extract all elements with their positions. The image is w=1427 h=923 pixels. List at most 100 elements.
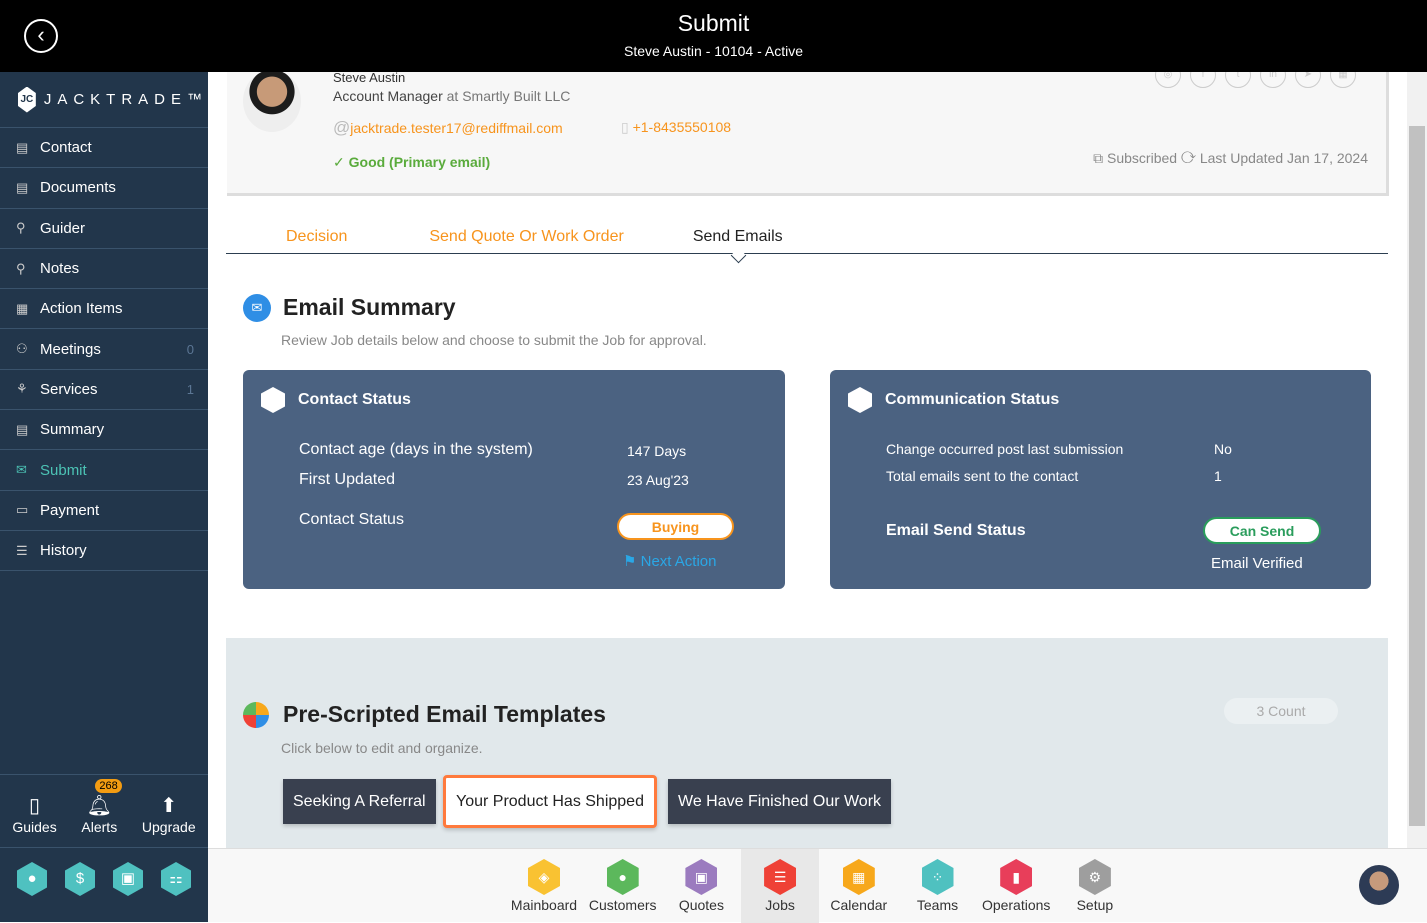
- jobs-icon: ☰: [764, 859, 797, 895]
- communication-status-card: Communication Status Change occurred pos…: [830, 370, 1371, 589]
- app-label: Jobs: [765, 897, 795, 913]
- template-seeking-referral[interactable]: Seeking A Referral: [283, 779, 436, 824]
- sidebar-item-notes[interactable]: ⚲ Notes: [0, 249, 208, 290]
- contact-status-card: Contact Status Contact age (days in the …: [243, 370, 785, 589]
- user-icon[interactable]: ●: [17, 862, 47, 896]
- page-subtitle: Steve Austin - 10104 - Active: [624, 43, 803, 59]
- at-icon: @: [333, 118, 351, 137]
- page-title: Submit: [677, 10, 750, 36]
- app-setup[interactable]: ⚙ Setup: [1056, 849, 1134, 923]
- tab-decision[interactable]: Decision: [286, 218, 347, 253]
- sidebar-item-documents[interactable]: ▤ Documents: [0, 168, 208, 209]
- app-jobs[interactable]: ☰ Jobs: [741, 849, 820, 923]
- sidebar-item-contact[interactable]: ▤ Contact: [0, 128, 208, 169]
- app-label: Operations: [981, 897, 1051, 913]
- calendar-icon: ▦: [842, 859, 875, 895]
- total-value: 1: [1214, 468, 1222, 484]
- app-bar: ◈ Mainboard ● Customers ▣ Quotes ☰ Jobs ▦ Calenda…: [208, 848, 1427, 923]
- first-updated-value: 23 Aug'23: [627, 472, 689, 488]
- app-quotes[interactable]: ▣ Quotes: [662, 849, 740, 923]
- email-text: jacktrade.tester17@rediffmail.com: [350, 120, 563, 136]
- templates-icon: [243, 702, 269, 728]
- sidebar-item-action-items[interactable]: ▦ Action Items: [0, 289, 208, 330]
- profile-card: Steve Austin Account Manager at Smartly …: [227, 72, 1389, 196]
- grid-icon[interactable]: ▦: [1330, 72, 1356, 88]
- scrollbar-thumb[interactable]: [1409, 126, 1425, 826]
- app-teams[interactable]: ⁘ Teams: [899, 849, 977, 923]
- template-product-shipped[interactable]: Your Product Has Shipped: [443, 775, 657, 828]
- chat-icon[interactable]: ▣: [113, 862, 143, 896]
- subscription-info: ⧉ Subscribed ⟳ Last Updated Jan 17, 2024: [1093, 150, 1368, 167]
- instagram-icon[interactable]: ◎: [1155, 72, 1181, 88]
- sidebar-item-history[interactable]: ☰ History: [0, 531, 208, 572]
- alerts-badge: 268: [95, 779, 122, 793]
- send-status-pill[interactable]: Can Send: [1203, 517, 1321, 544]
- sidebar-item-count: 1: [186, 381, 194, 397]
- sidebar-item-label: Services: [40, 380, 98, 398]
- alerts-button[interactable]: 268 🔔︎ Alerts: [81, 779, 122, 835]
- templates-section: Pre-Scripted Email Templates Click below…: [226, 638, 1388, 848]
- sidebar-item-label: Contact: [40, 139, 92, 157]
- guides-button[interactable]: ▯ Guides: [12, 793, 56, 835]
- email-status-text: Good (Primary email): [348, 154, 491, 170]
- linkedin-icon[interactable]: in: [1260, 72, 1286, 88]
- logo[interactable]: JC JACKTRADE™: [0, 72, 208, 128]
- workflow-icon[interactable]: ⚏: [161, 862, 191, 896]
- contact-avatar: [243, 72, 301, 132]
- sidebar-item-guider[interactable]: ⚲ Guider: [0, 209, 208, 249]
- sidebar-item-count: 0: [186, 341, 194, 357]
- email-status: ✓ Good (Primary email): [333, 154, 490, 171]
- next-action-link[interactable]: ⚑ Next Action: [623, 552, 717, 570]
- facebook-icon[interactable]: f: [1190, 72, 1216, 88]
- scrollbar[interactable]: [1407, 72, 1427, 848]
- tab-send-quote[interactable]: Send Quote Or Work Order: [429, 218, 623, 253]
- app-mainboard[interactable]: ◈ Mainboard: [505, 849, 583, 923]
- contact-status-label: Contact Status: [299, 511, 404, 528]
- bell-icon: 🔔︎: [86, 795, 112, 817]
- customers-icon: ●: [606, 859, 639, 895]
- hexagon-icon: [261, 387, 285, 413]
- sidebar-item-label: Notes: [40, 260, 80, 278]
- contact-name: Steve Austin: [333, 72, 406, 85]
- app-calendar[interactable]: ▦ Calendar: [820, 849, 898, 923]
- refresh-icon[interactable]: ⟳: [1181, 150, 1196, 166]
- app-customers[interactable]: ● Customers: [584, 849, 662, 923]
- top-bar: ‹ Submit Steve Austin - 10104 - Active: [0, 0, 1427, 72]
- upgrade-button[interactable]: ⬆ Upgrade: [142, 793, 196, 835]
- sidebar-item-summary[interactable]: ▤ Summary: [0, 410, 208, 451]
- sidebar-item-services[interactable]: ⚘ Services 1: [0, 370, 208, 411]
- contact-email[interactable]: @jacktrade.tester17@rediffmail.com: [333, 118, 563, 138]
- sidebar-item-meetings[interactable]: ⚇ Meetings 0: [0, 329, 208, 370]
- services-icon: ⚘: [16, 381, 28, 397]
- app-operations[interactable]: ▮ Operations: [977, 849, 1055, 923]
- change-value: No: [1214, 441, 1232, 457]
- sidebar: JC JACKTRADE™ ▤ Contact ▤ Documents ⚲ Guider ⚲ N…: [0, 72, 208, 922]
- back-button[interactable]: ‹: [24, 19, 58, 53]
- total-label: Total emails sent to the contact: [886, 468, 1079, 484]
- guides-label: Guides: [12, 819, 57, 835]
- telegram-icon[interactable]: ➤: [1295, 72, 1321, 88]
- summary-icon: ▤: [16, 421, 29, 437]
- tab-send-emails[interactable]: Send Emails: [693, 218, 783, 253]
- age-label: Contact age (days in the system): [299, 441, 533, 458]
- next-action-text: Next Action: [640, 553, 717, 570]
- dollar-icon[interactable]: $: [65, 862, 95, 896]
- mail-icon: ✉: [243, 294, 271, 322]
- check-circle-icon: ✓: [333, 154, 349, 170]
- teams-icon: ⁘: [921, 859, 954, 895]
- contact-phone[interactable]: ▯ +1-8435550108: [621, 119, 731, 136]
- twitter-icon[interactable]: t: [1225, 72, 1251, 88]
- app-label: Mainboard: [510, 897, 578, 913]
- sidebar-item-label: Summary: [40, 421, 105, 439]
- flag-icon: ⚑: [623, 553, 641, 570]
- contact-book-icon: ▤: [16, 139, 29, 155]
- templates-count: 3 Count: [1224, 698, 1338, 724]
- signpost-icon: ⚲: [16, 220, 26, 236]
- sidebar-item-submit[interactable]: ✉ Submit: [0, 450, 208, 491]
- template-finished-work[interactable]: We Have Finished Our Work: [668, 779, 892, 824]
- card-title: Communication Status: [885, 391, 1060, 408]
- user-avatar[interactable]: [1359, 865, 1399, 905]
- logo-text: JACKTRADE™: [43, 91, 208, 108]
- sidebar-item-payment[interactable]: ▭ Payment: [0, 491, 208, 531]
- status-pill[interactable]: Buying: [617, 513, 734, 540]
